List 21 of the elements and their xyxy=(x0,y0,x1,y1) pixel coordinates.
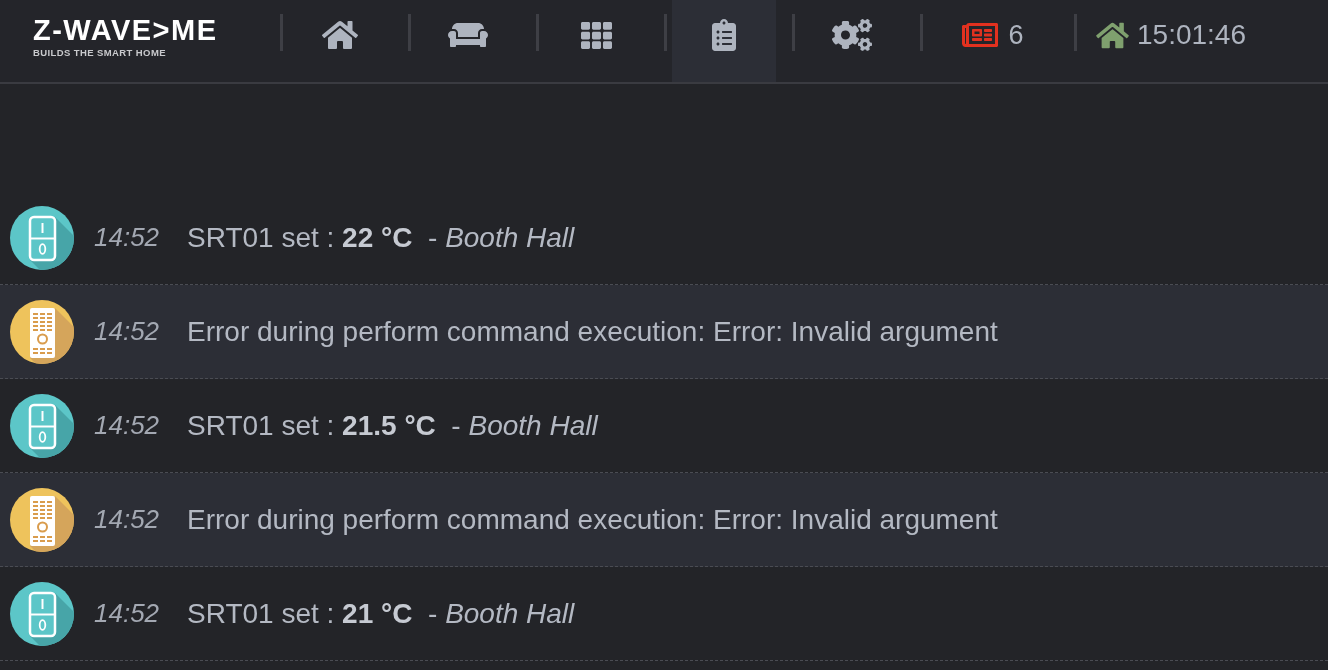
event-time: 14:52 xyxy=(94,410,160,441)
home-icon xyxy=(322,19,358,51)
event-time: 14:52 xyxy=(94,222,160,253)
home-icon xyxy=(1096,20,1129,50)
grid-icon xyxy=(580,19,612,51)
event-message: SRT01 set : 22 °C - Booth Hall xyxy=(187,221,575,254)
event-message: Error during perform command execution: Error: Invalid argument xyxy=(187,503,998,536)
settings-icon xyxy=(832,19,872,51)
switch-icon xyxy=(10,581,74,646)
event-message: SRT01 set : 21 °C - Booth Hall xyxy=(187,597,575,630)
event-time: 14:52 xyxy=(94,316,160,347)
clock-time: 15:01:46 xyxy=(1137,19,1246,51)
event-message: SRT01 set : 21.5 °C - Booth Hall xyxy=(187,409,598,442)
event-time: 14:52 xyxy=(94,504,160,535)
event-time: 14:52 xyxy=(94,598,160,629)
notifications-button[interactable]: 6 xyxy=(928,0,1058,82)
event-message: Error during perform command execution: Error: Invalid argument xyxy=(187,315,998,348)
clipboard-nav-button[interactable] xyxy=(672,0,776,82)
logo-tagline: BUILDS THE SMART HOME xyxy=(33,47,166,58)
logo-wordmark: Z-WAVE>ME xyxy=(33,17,218,44)
clipboard-list-icon xyxy=(712,19,736,51)
